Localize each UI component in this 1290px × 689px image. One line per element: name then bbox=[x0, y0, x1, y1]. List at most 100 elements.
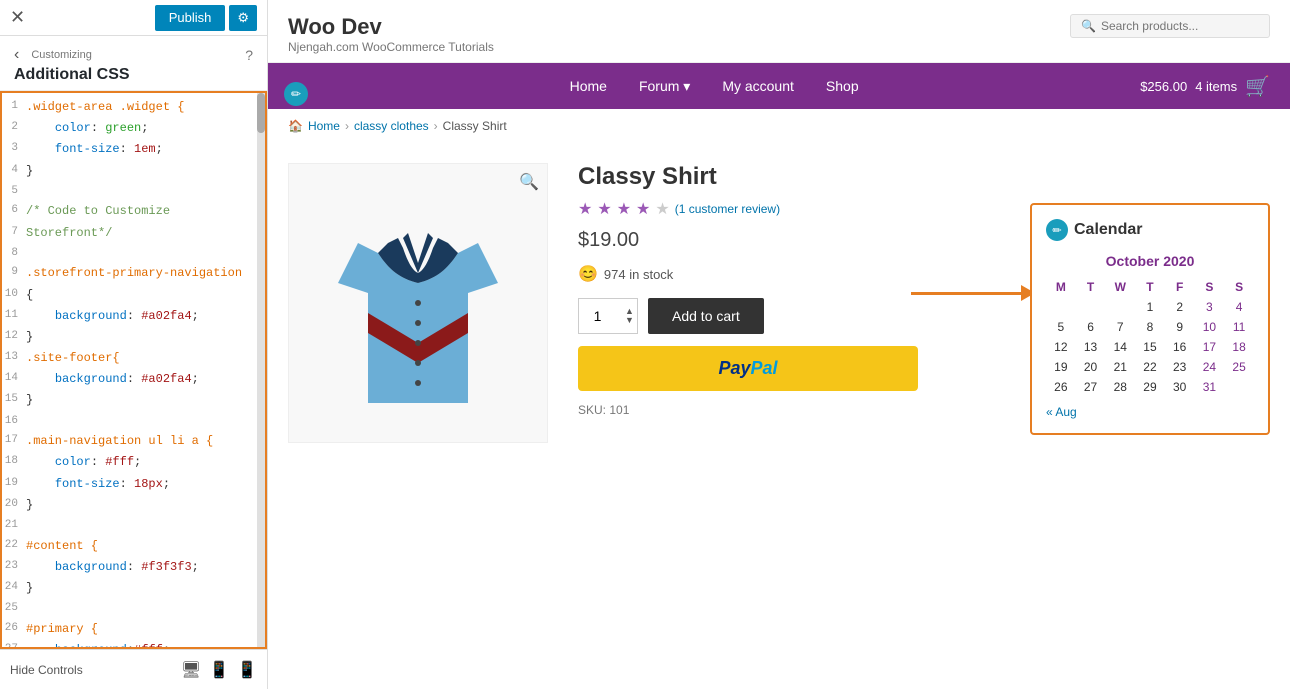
cal-header-s2: S bbox=[1224, 277, 1254, 297]
cal-day[interactable]: 17 bbox=[1195, 337, 1225, 357]
add-to-cart-button[interactable]: Add to cart bbox=[648, 298, 764, 334]
cal-day[interactable]: 7 bbox=[1105, 317, 1135, 337]
breadcrumb-sep-1: › bbox=[345, 119, 349, 133]
nav-links: Home Forum ▾ My account Shop bbox=[554, 66, 875, 107]
code-line-3: 3 font-size: 1em; bbox=[2, 139, 265, 160]
left-panel: ✕ Publish ⚙ ‹ Customizing ? Additional C… bbox=[0, 0, 268, 689]
site-header: Woo Dev Njengah.com WooCommerce Tutorial… bbox=[268, 0, 1290, 63]
code-line-7: 7 Storefront*/ bbox=[2, 223, 265, 244]
cal-day[interactable]: 1 bbox=[1135, 297, 1165, 317]
quantity-input-wrapper: ▲ ▼ bbox=[578, 298, 638, 334]
cal-day[interactable]: 14 bbox=[1105, 337, 1135, 357]
cal-header-w: W bbox=[1105, 277, 1135, 297]
main-content: Woo Dev Njengah.com WooCommerce Tutorial… bbox=[268, 0, 1290, 689]
search-bar[interactable]: 🔍 bbox=[1070, 14, 1270, 38]
search-input[interactable] bbox=[1101, 19, 1259, 33]
zoom-icon[interactable]: 🔍 bbox=[519, 172, 539, 192]
cal-day[interactable]: 11 bbox=[1224, 317, 1254, 337]
nav-my-account[interactable]: My account bbox=[706, 66, 810, 106]
code-line-11: 11 background: #a02fa4; bbox=[2, 306, 265, 327]
star-5: ★ bbox=[655, 199, 669, 219]
code-line-6: 6 /* Code to Customize bbox=[2, 201, 265, 222]
cal-day bbox=[1224, 377, 1254, 397]
code-editor[interactable]: 1 .widget-area .widget { 2 color: green;… bbox=[0, 91, 267, 649]
breadcrumb-home-link[interactable]: Home bbox=[308, 119, 340, 133]
cal-day[interactable]: 6 bbox=[1076, 317, 1106, 337]
cal-day[interactable]: 4 bbox=[1224, 297, 1254, 317]
cart-amount: $256.00 bbox=[1140, 79, 1187, 94]
code-line-26: 26 #primary { bbox=[2, 619, 265, 640]
bottom-bar: Hide Controls 🖥 📱 📱 bbox=[0, 649, 267, 689]
cal-day[interactable]: 31 bbox=[1195, 377, 1225, 397]
panel-header: ‹ Customizing ? Additional CSS bbox=[0, 36, 267, 91]
help-icon[interactable]: ? bbox=[245, 47, 253, 63]
cal-day[interactable]: 3 bbox=[1195, 297, 1225, 317]
cal-day[interactable]: 22 bbox=[1135, 357, 1165, 377]
code-line-22: 22 #content { bbox=[2, 536, 265, 557]
mobile-icon[interactable]: 📱 bbox=[237, 660, 257, 680]
code-line-20: 20 } bbox=[2, 495, 265, 516]
cal-day[interactable]: 30 bbox=[1165, 377, 1195, 397]
nav-home[interactable]: Home bbox=[554, 66, 623, 106]
customizing-label: ‹ Customizing ? bbox=[14, 46, 253, 64]
desktop-icon[interactable]: 🖥 bbox=[181, 660, 201, 680]
pencil-edit-icon[interactable]: ✏ bbox=[284, 82, 308, 106]
calendar-pencil-icon[interactable]: ✏ bbox=[1046, 219, 1068, 241]
cal-day[interactable]: 20 bbox=[1076, 357, 1106, 377]
code-line-12: 12 } bbox=[2, 327, 265, 348]
code-line-23: 23 background: #f3f3f3; bbox=[2, 557, 265, 578]
code-line-13: 13 .site-footer{ bbox=[2, 348, 265, 369]
close-icon[interactable]: ✕ bbox=[10, 7, 25, 28]
product-price: $19.00 bbox=[578, 229, 1000, 252]
hide-controls-button[interactable]: Hide Controls bbox=[10, 663, 83, 677]
calendar-title: Calendar bbox=[1074, 221, 1142, 239]
cal-day[interactable]: 18 bbox=[1224, 337, 1254, 357]
breadcrumb-sep-2: › bbox=[434, 119, 438, 133]
code-line-14: 14 background: #a02fa4; bbox=[2, 369, 265, 390]
cal-day[interactable]: 13 bbox=[1076, 337, 1106, 357]
code-line-19: 19 font-size: 18px; bbox=[2, 474, 265, 495]
star-3: ★ bbox=[617, 199, 631, 219]
cal-day[interactable]: 19 bbox=[1046, 357, 1076, 377]
cart-icon[interactable]: 🛒 bbox=[1245, 74, 1270, 99]
cal-day[interactable]: 21 bbox=[1105, 357, 1135, 377]
breadcrumb-category-link[interactable]: classy clothes bbox=[354, 119, 429, 133]
cal-day[interactable]: 29 bbox=[1135, 377, 1165, 397]
paypal-button[interactable]: PayPal bbox=[578, 346, 918, 391]
tablet-icon[interactable]: 📱 bbox=[209, 660, 229, 680]
cal-day[interactable]: 8 bbox=[1135, 317, 1165, 337]
code-line-2: 2 color: green; bbox=[2, 118, 265, 139]
cal-header-m: M bbox=[1046, 277, 1076, 297]
cal-day[interactable]: 27 bbox=[1076, 377, 1106, 397]
cal-day[interactable]: 25 bbox=[1224, 357, 1254, 377]
publish-button[interactable]: Publish bbox=[155, 5, 226, 31]
quantity-down-button[interactable]: ▼ bbox=[625, 316, 634, 325]
calendar-prev-link[interactable]: « Aug bbox=[1046, 405, 1077, 419]
breadcrumb-current: Classy Shirt bbox=[443, 119, 507, 133]
nav-forum[interactable]: Forum ▾ bbox=[623, 66, 706, 107]
cal-header-s1: S bbox=[1195, 277, 1225, 297]
gear-button[interactable]: ⚙ bbox=[229, 5, 257, 31]
cal-day[interactable]: 23 bbox=[1165, 357, 1195, 377]
code-line-15: 15 } bbox=[2, 390, 265, 411]
cal-day[interactable]: 24 bbox=[1195, 357, 1225, 377]
code-line-17: 17 .main-navigation ul li a { bbox=[2, 431, 265, 452]
cal-day[interactable]: 28 bbox=[1105, 377, 1135, 397]
cal-day[interactable]: 15 bbox=[1135, 337, 1165, 357]
code-line-16: 16 bbox=[2, 412, 265, 432]
cal-day[interactable]: 12 bbox=[1046, 337, 1076, 357]
cal-day[interactable]: 16 bbox=[1165, 337, 1195, 357]
cal-day[interactable]: 5 bbox=[1046, 317, 1076, 337]
star-4: ★ bbox=[636, 199, 650, 219]
review-link[interactable]: (1 customer review) bbox=[675, 202, 780, 216]
product-details: Classy Shirt ★ ★ ★ ★ ★ (1 customer revie… bbox=[578, 163, 1000, 669]
product-image bbox=[318, 183, 518, 423]
quantity-stepper[interactable] bbox=[587, 308, 623, 324]
cal-day[interactable]: 9 bbox=[1165, 317, 1195, 337]
back-arrow-icon[interactable]: ‹ bbox=[14, 46, 19, 64]
cal-day[interactable]: 26 bbox=[1046, 377, 1076, 397]
cal-day[interactable]: 2 bbox=[1165, 297, 1195, 317]
code-line-4: 4 } bbox=[2, 161, 265, 182]
nav-shop[interactable]: Shop bbox=[810, 66, 875, 106]
cal-day[interactable]: 10 bbox=[1195, 317, 1225, 337]
